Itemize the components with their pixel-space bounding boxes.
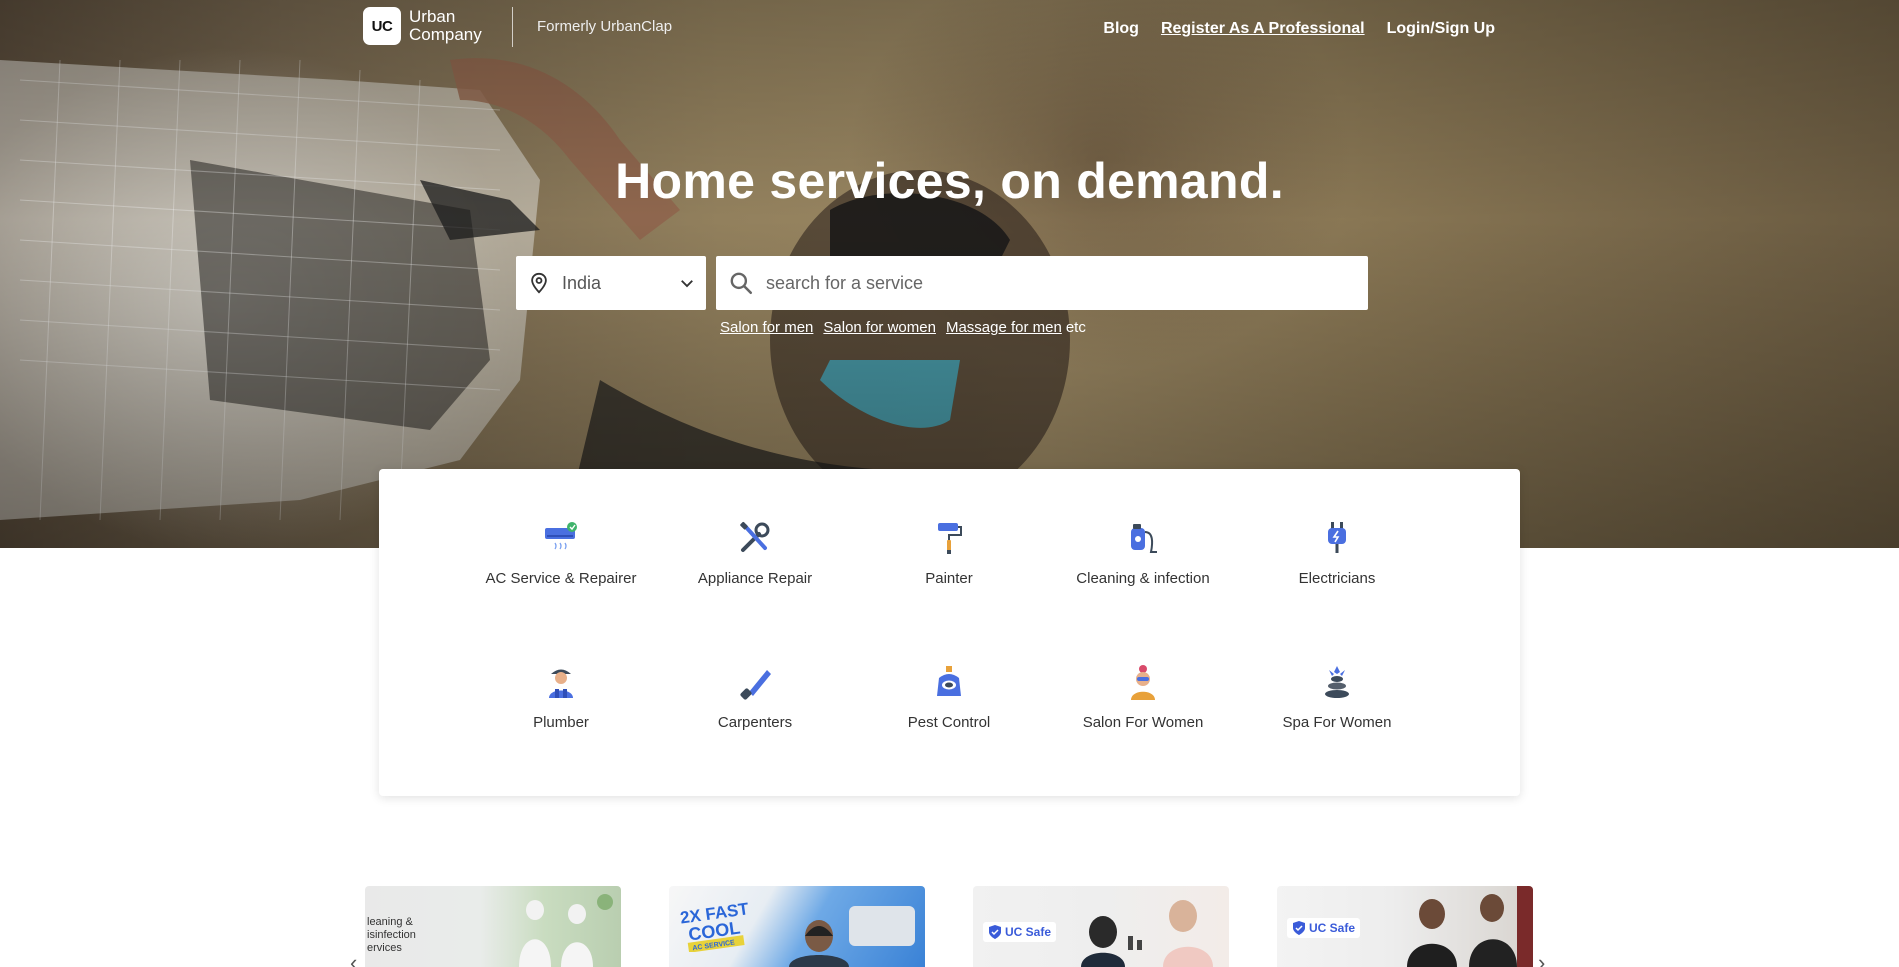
uc-safe-badge: UC Safe — [1287, 918, 1361, 938]
category-label: Cleaning & infection — [1076, 570, 1210, 587]
promo-cleaning-disinfection[interactable]: leaning & isinfection ervices — [365, 886, 621, 967]
promo-uc-safe-salon[interactable]: UC Safe — [973, 886, 1229, 967]
salon-woman-icon — [1131, 665, 1155, 700]
logo-wordmark: Urban Company — [409, 8, 482, 44]
saw-icon — [740, 670, 771, 700]
category-pest-control[interactable]: Pest Control — [854, 662, 1044, 731]
plumber-icon — [549, 669, 573, 698]
vacuum-icon — [1131, 524, 1157, 553]
urban-company-logo[interactable]: UC Urban Company Formerly UrbanClap — [363, 7, 672, 47]
service-search[interactable] — [716, 256, 1368, 310]
spa-stones-icon — [1325, 666, 1349, 698]
logo-badge: UC — [363, 7, 401, 45]
header-nav: Blog Register As A Professional Login/Si… — [1103, 20, 1495, 38]
promo-2x-fast-cool-badge: 2X FAST COOL AC SERVICE — [679, 899, 750, 952]
suggestion-salon-men[interactable]: Salon for men — [720, 319, 813, 336]
category-carpenters[interactable]: Carpenters — [660, 662, 850, 731]
category-label: Pest Control — [907, 714, 991, 731]
suggestion-massage-men[interactable]: Massage for men — [946, 319, 1062, 336]
search-icon — [730, 272, 753, 295]
category-spa-women[interactable]: Spa For Women — [1242, 662, 1432, 731]
category-label: Salon For Women — [1082, 714, 1204, 731]
category-painter[interactable]: Painter — [854, 518, 1044, 587]
register-professional-link[interactable]: Register As A Professional — [1161, 20, 1365, 38]
promo-technician-image — [789, 906, 915, 967]
suggestions-suffix: etc — [1065, 319, 1086, 336]
plug-icon — [1328, 522, 1346, 553]
category-salon-women[interactable]: Salon For Women — [1048, 662, 1238, 731]
category-ac-service[interactable]: AC Service & Repairer — [466, 518, 656, 587]
category-label: Appliance Repair — [697, 570, 813, 587]
carousel-next-arrow[interactable]: › — [1538, 950, 1545, 967]
promo-carousel: leaning & isinfection ervices 2X FAST CO… — [0, 886, 1899, 967]
shield-icon — [989, 925, 1001, 939]
category-label: Electricians — [1298, 570, 1376, 587]
logo-line-2: Company — [409, 25, 482, 44]
promo-professionals-image — [1407, 886, 1533, 967]
formerly-text: Formerly UrbanClap — [537, 18, 673, 35]
category-plumber[interactable]: Plumber — [466, 662, 656, 731]
search-suggestions: Salon for men Salon for women Massage fo… — [720, 319, 1086, 336]
category-cleaning[interactable]: Cleaning & infection — [1048, 518, 1238, 587]
blog-link[interactable]: Blog — [1103, 20, 1139, 38]
login-signup-link[interactable]: Login/Sign Up — [1387, 20, 1495, 38]
category-label: Carpenters — [717, 714, 793, 731]
category-label: Painter — [925, 570, 973, 587]
uc-safe-badge: UC Safe — [983, 922, 1057, 942]
promo-uc-safe-service[interactable]: UC Safe — [1277, 886, 1533, 967]
logo-line-1: Urban — [409, 7, 456, 26]
category-label: Plumber — [533, 714, 589, 731]
hero-headline: Home services, on demand. — [615, 153, 1284, 209]
promo-salon-image — [1081, 900, 1213, 967]
paint-roller-icon — [938, 523, 962, 554]
location-select[interactable]: India — [516, 256, 706, 310]
category-appliance-repair[interactable]: Appliance Repair — [660, 518, 850, 587]
tools-icon — [740, 521, 770, 552]
shield-icon — [1293, 921, 1305, 935]
location-value: India — [562, 272, 602, 293]
promo-ac-service[interactable]: 2X FAST COOL AC SERVICE — [669, 886, 925, 967]
logo-divider — [512, 7, 513, 47]
suggestion-salon-women[interactable]: Salon for women — [823, 319, 936, 336]
chevron-down-icon — [681, 280, 693, 288]
uc-safe-label: UC Safe — [1005, 925, 1052, 939]
category-label: AC Service & Repairer — [485, 570, 637, 587]
location-pin-icon — [531, 272, 547, 294]
ac-icon — [545, 522, 577, 550]
uc-safe-label: UC Safe — [1309, 921, 1356, 935]
promo-cleaning-text: leaning & isinfection ervices — [367, 916, 416, 954]
search-row: India — [516, 256, 1368, 310]
search-input[interactable] — [766, 272, 1346, 294]
carousel-prev-arrow[interactable]: ‹ — [350, 950, 357, 967]
category-card: AC Service & Repairer Appliance Repair P… — [379, 469, 1520, 796]
pest-icon — [937, 666, 961, 696]
category-label: Spa For Women — [1282, 714, 1392, 731]
promo-workers-image — [519, 894, 613, 967]
category-electricians[interactable]: Electricians — [1242, 518, 1432, 587]
top-navigation: UC Urban Company Formerly UrbanClap Blog… — [0, 0, 1899, 60]
